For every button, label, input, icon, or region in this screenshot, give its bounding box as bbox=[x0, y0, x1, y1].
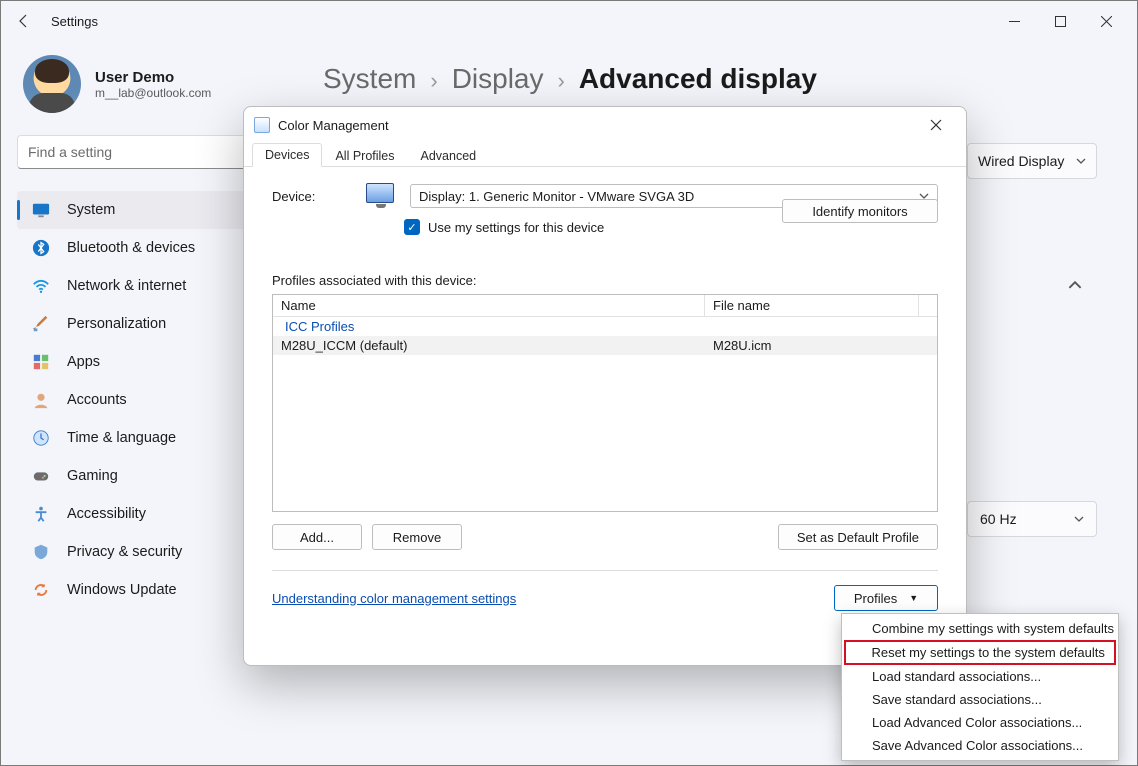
dropdown-arrow-icon: ▼ bbox=[909, 593, 918, 603]
profiles-button-label: Profiles bbox=[854, 591, 897, 606]
remove-button[interactable]: Remove bbox=[372, 524, 462, 550]
nav-label: Network & internet bbox=[67, 278, 186, 294]
wifi-icon bbox=[31, 276, 51, 296]
nav-label: Accessibility bbox=[67, 506, 146, 522]
tab-advanced[interactable]: Advanced bbox=[408, 144, 490, 167]
profile-name-cell: M28U_ICCM (default) bbox=[273, 338, 705, 353]
breadcrumb-current: Advanced display bbox=[579, 63, 817, 95]
nav-label: Gaming bbox=[67, 468, 118, 484]
close-button[interactable] bbox=[1083, 5, 1129, 37]
breadcrumb-system[interactable]: System bbox=[323, 63, 416, 95]
apps-icon bbox=[31, 352, 51, 372]
expand-chevron[interactable] bbox=[1055, 265, 1095, 305]
titlebar: Settings bbox=[1, 1, 1137, 41]
tab-all-profiles[interactable]: All Profiles bbox=[322, 144, 407, 167]
profile-group: ICC Profiles bbox=[273, 317, 937, 336]
refresh-rate-dropdown[interactable]: 60 Hz bbox=[967, 501, 1097, 537]
dialog-icon bbox=[254, 117, 270, 133]
dialog-close-button[interactable] bbox=[916, 111, 956, 139]
profile-file-cell: M28U.icm bbox=[705, 338, 937, 353]
chevron-down-icon bbox=[1074, 514, 1084, 524]
menu-combine[interactable]: Combine my settings with system defaults bbox=[844, 617, 1116, 640]
menu-load-standard[interactable]: Load standard associations... bbox=[844, 665, 1116, 688]
col-name[interactable]: Name bbox=[273, 295, 705, 316]
breadcrumb-display[interactable]: Display bbox=[452, 63, 544, 95]
profile-name: User Demo bbox=[95, 69, 211, 86]
accessibility-icon bbox=[31, 504, 51, 524]
wired-display-dropdown[interactable]: Wired Display bbox=[967, 143, 1097, 179]
profiles-table: Name File name ICC Profiles M28U_ICCM (d… bbox=[272, 294, 938, 512]
nav-label: Bluetooth & devices bbox=[67, 240, 195, 256]
nav-label: Privacy & security bbox=[67, 544, 182, 560]
profile-email: m__lab@outlook.com bbox=[95, 86, 211, 100]
chevron-right-icon: › bbox=[430, 68, 437, 94]
chevron-up-icon bbox=[1068, 278, 1082, 292]
dropdown-label: Wired Display bbox=[978, 153, 1064, 169]
profile-row[interactable]: M28U_ICCM (default) M28U.icm bbox=[273, 336, 937, 355]
minimize-button[interactable] bbox=[991, 5, 1037, 37]
menu-reset[interactable]: Reset my settings to the system defaults bbox=[844, 640, 1116, 665]
menu-save-advanced[interactable]: Save Advanced Color associations... bbox=[844, 734, 1116, 757]
avatar bbox=[23, 55, 81, 113]
profiles-context-menu: Combine my settings with system defaults… bbox=[841, 613, 1119, 761]
monitor-icon bbox=[366, 183, 396, 209]
nav-label: Personalization bbox=[67, 316, 166, 332]
shield-icon bbox=[31, 542, 51, 562]
update-icon bbox=[31, 580, 51, 600]
set-default-button[interactable]: Set as Default Profile bbox=[778, 524, 938, 550]
use-settings-label: Use my settings for this device bbox=[428, 220, 604, 235]
display-icon bbox=[31, 200, 51, 220]
nav-label: Accounts bbox=[67, 392, 127, 408]
menu-load-advanced[interactable]: Load Advanced Color associations... bbox=[844, 711, 1116, 734]
understanding-link[interactable]: Understanding color management settings bbox=[272, 591, 516, 606]
nav-label: Time & language bbox=[67, 430, 176, 446]
identify-monitors-button[interactable]: Identify monitors bbox=[782, 199, 938, 223]
profiles-dropdown-button[interactable]: Profiles ▼ bbox=[834, 585, 938, 611]
search-placeholder: Find a setting bbox=[28, 144, 112, 160]
device-label: Device: bbox=[272, 189, 352, 204]
dialog-title: Color Management bbox=[278, 118, 389, 133]
add-button[interactable]: Add... bbox=[272, 524, 362, 550]
window-title: Settings bbox=[51, 14, 98, 29]
color-management-dialog: Color Management Devices All Profiles Ad… bbox=[243, 106, 967, 666]
nav-label: Apps bbox=[67, 354, 100, 370]
nav-label: System bbox=[67, 202, 115, 218]
dialog-tabs: Devices All Profiles Advanced bbox=[244, 143, 966, 167]
back-button[interactable] bbox=[9, 6, 39, 36]
menu-save-standard[interactable]: Save standard associations... bbox=[844, 688, 1116, 711]
gamepad-icon bbox=[31, 466, 51, 486]
brush-icon bbox=[31, 314, 51, 334]
use-settings-checkbox[interactable]: ✓ bbox=[404, 219, 420, 235]
nav-label: Windows Update bbox=[67, 582, 177, 598]
breadcrumb: System › Display › Advanced display bbox=[323, 63, 1137, 95]
bluetooth-icon bbox=[31, 238, 51, 258]
col-filename[interactable]: File name bbox=[705, 295, 919, 316]
profiles-section-label: Profiles associated with this device: bbox=[272, 273, 938, 288]
person-icon bbox=[31, 390, 51, 410]
tab-devices[interactable]: Devices bbox=[252, 143, 322, 167]
device-value: Display: 1. Generic Monitor - VMware SVG… bbox=[419, 189, 694, 204]
profile-block[interactable]: User Demo m__lab@outlook.com bbox=[23, 55, 289, 113]
chevron-down-icon bbox=[1076, 156, 1086, 166]
dropdown-label: 60 Hz bbox=[980, 511, 1017, 527]
chevron-right-icon: › bbox=[558, 68, 565, 94]
maximize-button[interactable] bbox=[1037, 5, 1083, 37]
clock-icon bbox=[31, 428, 51, 448]
